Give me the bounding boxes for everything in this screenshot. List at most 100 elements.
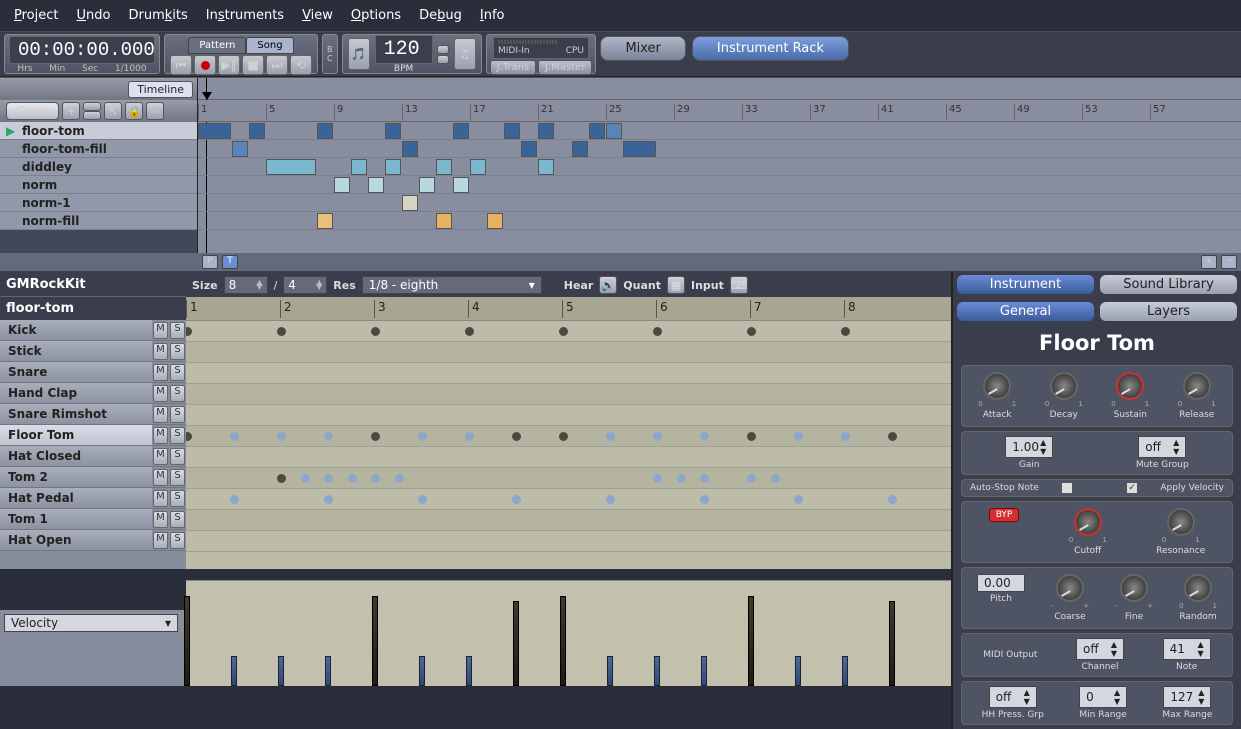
instrument-row[interactable]: Tom 2 [0,467,152,487]
decay-knob[interactable] [1050,372,1078,400]
solo-button[interactable]: S [170,322,185,339]
pattern-list-item[interactable]: floor-tom-fill [0,140,197,158]
menu-view[interactable]: View [302,8,333,23]
fine-knob[interactable] [1120,574,1148,602]
song-cell[interactable] [266,159,316,175]
add-plus-button[interactable]: + [1201,255,1217,269]
pattern-list-item[interactable]: diddley [0,158,197,176]
song-cell[interactable] [470,159,486,175]
bypass-button[interactable]: BYP [989,508,1020,522]
song-cell[interactable] [317,123,333,139]
note[interactable] [888,432,897,441]
bpm-up[interactable] [437,45,449,54]
cutoff-knob[interactable] [1074,508,1102,536]
jack-transport-button[interactable]: J.Trans [490,60,537,75]
note[interactable] [700,474,709,483]
min-range-input[interactable]: 0▲▼ [1079,686,1127,708]
mute-button[interactable]: M [153,322,168,339]
pattern-list-item[interactable]: norm [0,176,197,194]
song-cell[interactable] [317,213,333,229]
timeline-tab[interactable]: Timeline [128,81,193,98]
note[interactable] [324,495,333,504]
mute-button[interactable]: M [153,364,168,381]
note[interactable] [512,495,521,504]
note[interactable] [888,495,897,504]
hh-group-input[interactable]: off▲▼ [989,686,1037,708]
note[interactable] [559,327,568,336]
song-cell[interactable] [606,123,622,139]
size-denominator[interactable]: 4▲▼ [283,276,327,294]
note[interactable] [465,327,474,336]
note[interactable] [700,495,709,504]
mute-button[interactable]: M [153,448,168,465]
song-cell[interactable] [589,123,605,139]
loop-button[interactable]: ⟲ [290,55,312,75]
resolution-select[interactable]: 1/8 - eighth▾ [362,276,542,294]
mute-button[interactable]: M [153,427,168,444]
max-range-input[interactable]: 127▲▼ [1163,686,1211,708]
velocity-bar[interactable] [701,656,707,686]
solo-button[interactable]: S [170,469,185,486]
auto-stop-checkbox[interactable] [1061,482,1073,494]
p-toggle[interactable]: P [202,255,218,269]
mute-button[interactable]: M [153,532,168,549]
layers-tab[interactable]: Layers [1100,302,1237,321]
jack-master-button[interactable]: J.Master [538,60,592,75]
song-cell[interactable] [487,213,503,229]
mode-song[interactable]: Song [246,37,293,54]
note[interactable] [324,474,333,483]
note[interactable] [301,474,310,483]
lock-button[interactable]: 🔒 [125,102,143,120]
beat-counter-button[interactable]: ♫ [454,38,476,70]
menu-project[interactable]: Project [14,8,59,23]
instrument-row[interactable]: Hand Clap [0,383,152,403]
instrument-row[interactable]: Hat Pedal [0,488,152,508]
pattern-list-item[interactable]: norm-1 [0,194,197,212]
note[interactable] [653,327,662,336]
solo-button[interactable]: S [170,448,185,465]
song-cell[interactable] [402,195,418,211]
song-cell[interactable] [368,177,384,193]
note[interactable] [230,495,239,504]
note[interactable] [747,432,756,441]
note[interactable] [465,432,474,441]
note[interactable] [841,327,850,336]
note[interactable] [324,432,333,441]
clear-button[interactable]: Clear [6,102,59,120]
velocity-editor[interactable] [186,580,951,686]
velocity-bar[interactable] [607,656,613,686]
velocity-bar[interactable] [372,596,378,686]
bpm-display[interactable]: 120 [375,35,433,64]
solo-button[interactable]: S [170,427,185,444]
instrument-row[interactable]: Hat Open [0,530,152,550]
mode-pattern[interactable]: Pattern [188,37,246,54]
song-cell[interactable] [436,213,452,229]
metronome-button[interactable]: 🎵 [348,38,370,70]
song-cell[interactable] [198,123,231,139]
menu-info[interactable]: Info [480,8,505,23]
note[interactable] [700,432,709,441]
song-cell[interactable] [249,123,265,139]
sustain-knob[interactable] [1116,372,1144,400]
note[interactable] [559,432,568,441]
general-tab[interactable]: General [957,302,1094,321]
instrument-row[interactable]: Kick [0,320,152,340]
song-cell[interactable] [538,123,554,139]
mute-button[interactable]: M [153,490,168,507]
size-numerator[interactable]: 8▲▼ [224,276,268,294]
time-display[interactable]: 00:00:00.000 [9,36,155,64]
note[interactable] [653,474,662,483]
hear-button[interactable]: 🔊 [599,276,617,294]
note[interactable] [418,432,427,441]
mute-button[interactable]: M [153,406,168,423]
instrument-row[interactable]: Tom 1 [0,509,152,529]
note[interactable] [512,432,521,441]
bpm-down[interactable] [437,55,449,64]
pattern-list-item[interactable]: ▶floor-tom [0,122,197,140]
add-pattern-button[interactable]: + [62,102,80,120]
play-pause-button[interactable]: ▶∥ [218,55,240,75]
mute-button[interactable]: M [153,469,168,486]
velocity-bar[interactable] [278,656,284,686]
song-cell[interactable] [436,159,452,175]
velocity-bar[interactable] [889,601,895,686]
